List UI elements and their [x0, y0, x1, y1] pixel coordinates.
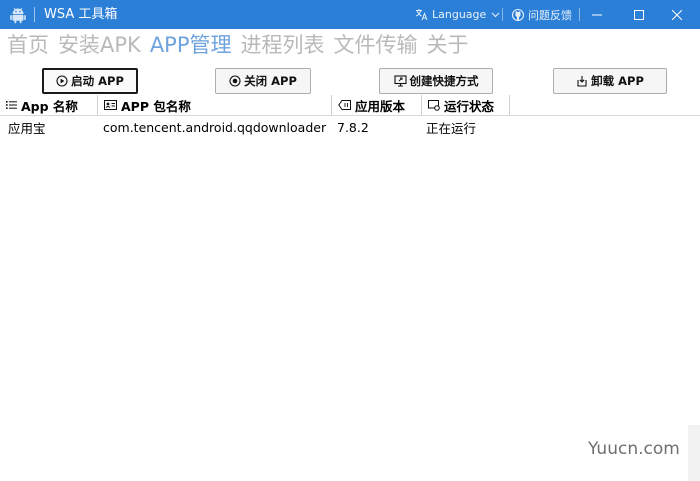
create-shortcut-button[interactable]: 创建快捷方式 [379, 68, 493, 94]
nav-about[interactable]: 关于 [427, 31, 469, 61]
main-nav: 首页 安装APK APP管理 进程列表 文件传输 关于 [7, 31, 478, 61]
tag-icon [338, 100, 351, 110]
table-row[interactable]: 应用宝 com.tencent.android.qqdownloader 7.8… [0, 116, 700, 138]
scrollbar-edge [688, 425, 700, 481]
close-icon [672, 9, 682, 20]
nav-process-list[interactable]: 进程列表 [241, 31, 325, 61]
nav-app-manage[interactable]: APP管理 [150, 31, 232, 61]
nav-file-transfer[interactable]: 文件传输 [334, 31, 418, 61]
uninstall-app-button[interactable]: 卸载 APP [553, 68, 667, 94]
cell-status: 正在运行 [426, 120, 477, 136]
monitor-icon [393, 75, 407, 87]
minimize-button[interactable] [574, 0, 620, 29]
column-header-label: 运行状态 [444, 98, 495, 114]
language-selector[interactable]: Language [415, 6, 504, 23]
id-card-icon [104, 100, 117, 110]
column-header-label: APP 包名称 [121, 98, 191, 114]
nav-home[interactable]: 首页 [7, 31, 49, 61]
feedback-label: 问题反馈 [528, 8, 572, 22]
app-table: App 名称 APP 包名称 应用版本 运行状态 应用宝 com.tencent… [0, 95, 700, 138]
github-icon [511, 8, 525, 21]
minimize-icon [592, 14, 602, 15]
list-icon [6, 101, 17, 109]
chevron-down-icon [491, 12, 500, 17]
column-header-status[interactable]: 运行状态 [422, 95, 510, 115]
start-app-label: 启动 APP [71, 74, 124, 88]
window-title: WSA 工具箱 [44, 7, 118, 22]
cell-app-name: 应用宝 [8, 120, 46, 136]
maximize-icon [634, 9, 644, 20]
title-divider [34, 7, 35, 22]
column-header-label: 应用版本 [355, 98, 406, 114]
uninstall-icon [577, 76, 587, 87]
close-app-button[interactable]: 关闭 APP [215, 68, 311, 94]
nav-install-apk[interactable]: 安装APK [58, 31, 141, 61]
title-divider [502, 8, 503, 21]
close-app-label: 关闭 APP [244, 74, 297, 88]
start-app-button[interactable]: 启动 APP [42, 68, 138, 94]
title-bar: WSA 工具箱 Language 问题反馈 [0, 0, 700, 29]
stop-circle-icon [229, 75, 241, 87]
table-header: App 名称 APP 包名称 应用版本 运行状态 [0, 95, 700, 116]
watermark: Yuucn.com [588, 439, 680, 459]
uninstall-app-label: 卸载 APP [591, 74, 644, 88]
feedback-button[interactable]: 问题反馈 [511, 6, 572, 23]
translate-icon [415, 9, 428, 21]
cell-version: 7.8.2 [337, 119, 369, 135]
play-icon [56, 75, 68, 87]
column-header-label: App 名称 [21, 98, 78, 114]
column-header-package[interactable]: APP 包名称 [98, 95, 332, 115]
column-header-app-name[interactable]: App 名称 [0, 95, 98, 115]
close-button[interactable] [654, 0, 700, 29]
cell-package: com.tencent.android.qqdownloader [103, 119, 327, 135]
column-header-version[interactable]: 应用版本 [332, 95, 422, 115]
language-label: Language [432, 8, 487, 21]
android-icon [10, 7, 26, 24]
create-shortcut-label: 创建快捷方式 [409, 74, 479, 88]
status-icon [428, 99, 440, 111]
